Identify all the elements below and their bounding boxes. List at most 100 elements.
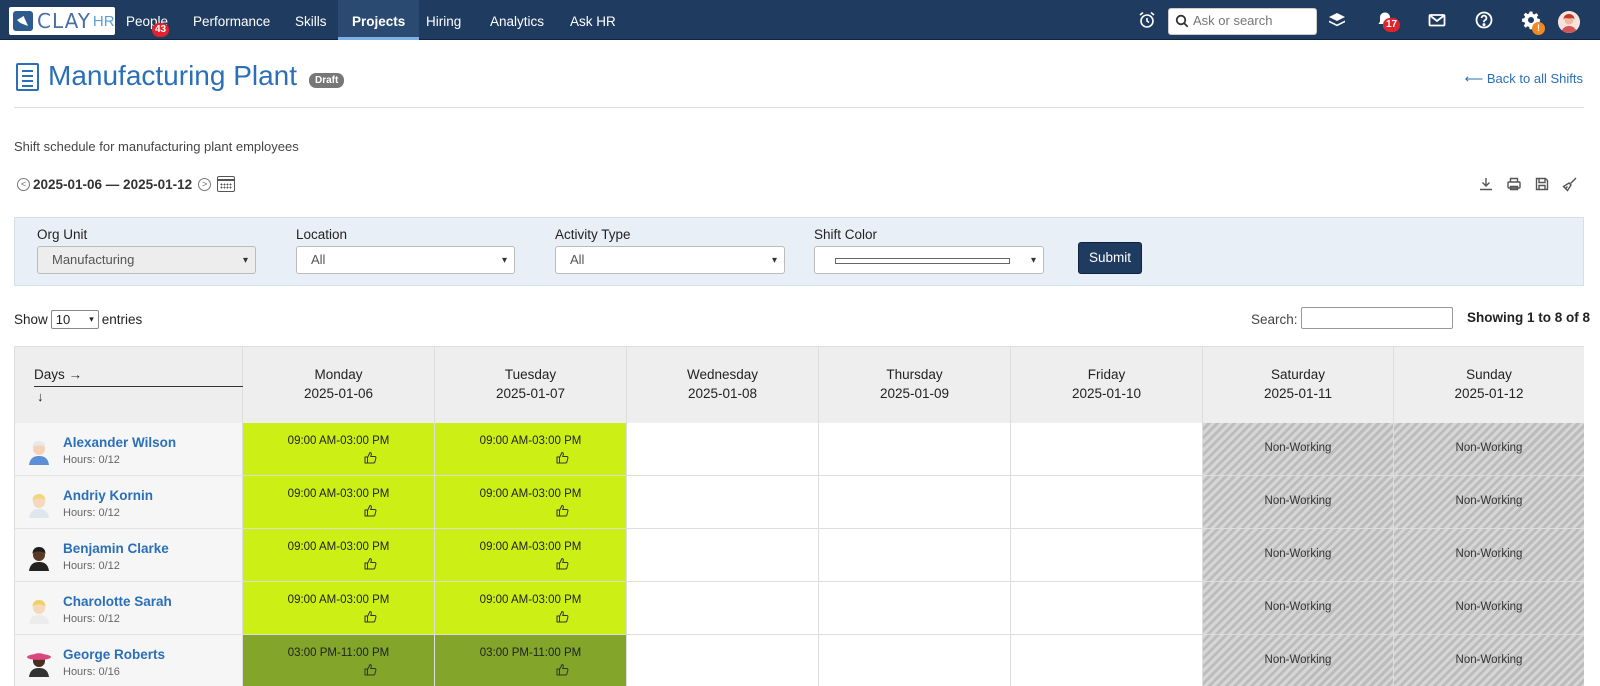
thumbs-up-icon[interactable] bbox=[364, 663, 377, 676]
empty-shift-cell[interactable] bbox=[1011, 582, 1203, 635]
entries-per-page-value: 10 bbox=[55, 312, 71, 327]
nav-item-analytics[interactable]: Analytics bbox=[490, 0, 544, 40]
logo-mark-icon bbox=[13, 11, 33, 31]
layers-icon[interactable] bbox=[1327, 10, 1347, 30]
empty-shift-cell[interactable] bbox=[1011, 476, 1203, 529]
table-search-input[interactable] bbox=[1301, 307, 1453, 329]
next-week-icon[interactable]: > bbox=[198, 177, 212, 191]
thumbs-up-icon[interactable] bbox=[556, 663, 569, 676]
global-search[interactable] bbox=[1168, 8, 1317, 35]
shift-cell[interactable]: 09:00 AM-03:00 PM bbox=[435, 529, 627, 582]
empty-shift-cell[interactable] bbox=[1011, 423, 1203, 476]
empty-shift-cell[interactable] bbox=[1011, 635, 1203, 686]
shift-time: 09:00 AM-03:00 PM bbox=[479, 435, 582, 447]
empty-shift-cell[interactable] bbox=[819, 529, 1011, 582]
alarm-clock-icon[interactable] bbox=[1137, 10, 1157, 30]
nav-item-people[interactable]: People 43 bbox=[126, 0, 170, 40]
empty-shift-cell[interactable] bbox=[627, 582, 819, 635]
days-header-label: Days → bbox=[34, 367, 83, 382]
nav-item-projects[interactable]: Projects bbox=[338, 0, 420, 40]
thumbs-up-icon[interactable] bbox=[556, 557, 569, 570]
mail-icon[interactable] bbox=[1427, 10, 1447, 30]
shift-cell[interactable]: 09:00 AM-03:00 PM bbox=[435, 582, 627, 635]
org-unit-label: Org Unit bbox=[37, 227, 88, 242]
calendar-icon[interactable] bbox=[217, 176, 236, 192]
shift-cell[interactable]: 09:00 AM-03:00 PM bbox=[435, 423, 627, 476]
people-badge: 43 bbox=[152, 23, 170, 37]
non-working-cell: Non-Working bbox=[1394, 423, 1584, 476]
shift-time: 09:00 AM-03:00 PM bbox=[479, 594, 582, 606]
employee-name-link[interactable]: Charolotte Sarah bbox=[63, 594, 172, 609]
shift-cell[interactable]: 09:00 AM-03:00 PM bbox=[243, 476, 435, 529]
day-header-wednesday: Wednesday 2025-01-08 bbox=[627, 346, 819, 423]
thumbs-up-icon[interactable] bbox=[364, 557, 377, 570]
day-name: Sunday bbox=[1466, 367, 1512, 382]
shift-cell[interactable]: 03:00 PM-11:00 PM bbox=[243, 635, 435, 686]
back-link-label: Back to all Shifts bbox=[1486, 71, 1583, 86]
employee-name-link[interactable]: Alexander Wilson bbox=[63, 435, 176, 450]
employee-name-link[interactable]: Benjamin Clarke bbox=[63, 541, 169, 556]
shift-cell[interactable]: 09:00 AM-03:00 PM bbox=[435, 476, 627, 529]
day-name: Saturday bbox=[1270, 367, 1326, 382]
search-input[interactable] bbox=[1193, 13, 1313, 28]
nav-item-performance[interactable]: Performance bbox=[193, 0, 270, 40]
non-working-label: Non-Working bbox=[1455, 601, 1523, 613]
activity-type-value: All bbox=[570, 252, 585, 267]
save-icon[interactable] bbox=[1534, 176, 1550, 192]
user-avatar[interactable] bbox=[1558, 11, 1580, 33]
status-badge: Draft bbox=[309, 73, 345, 88]
employee-name-link[interactable]: George Roberts bbox=[63, 647, 165, 662]
thumbs-up-icon[interactable] bbox=[556, 451, 569, 464]
empty-shift-cell[interactable] bbox=[627, 635, 819, 686]
bell-icon[interactable]: 17 bbox=[1375, 10, 1401, 32]
employee-avatar bbox=[26, 649, 52, 677]
location-label: Location bbox=[296, 227, 348, 242]
download-icon[interactable] bbox=[1478, 176, 1494, 192]
back-to-shifts-link[interactable]: ⟵ Back to all Shifts bbox=[1465, 71, 1583, 87]
employee-cell: Alexander Wilson Hours: 0/12 bbox=[15, 423, 243, 476]
thumbs-up-icon[interactable] bbox=[556, 610, 569, 623]
help-icon[interactable] bbox=[1474, 10, 1494, 30]
location-select[interactable]: All ▾ bbox=[296, 246, 515, 274]
nav-item-hiring[interactable]: Hiring bbox=[426, 0, 461, 40]
logo[interactable]: CLAY HR bbox=[9, 7, 115, 35]
thumbs-up-icon[interactable] bbox=[364, 610, 377, 623]
thumbs-up-icon[interactable] bbox=[364, 504, 377, 517]
toolbar bbox=[1478, 176, 1578, 192]
empty-shift-cell[interactable] bbox=[627, 529, 819, 582]
employee-hours: Hours: 0/12 bbox=[63, 454, 120, 466]
activity-type-select[interactable]: All ▾ bbox=[555, 246, 785, 274]
org-unit-select[interactable]: Manufacturing ▾ bbox=[37, 246, 256, 274]
empty-shift-cell[interactable] bbox=[627, 423, 819, 476]
empty-shift-cell[interactable] bbox=[1011, 529, 1203, 582]
empty-shift-cell[interactable] bbox=[819, 582, 1011, 635]
shift-cell[interactable]: 03:00 PM-11:00 PM bbox=[435, 635, 627, 686]
thumbs-up-icon[interactable] bbox=[556, 504, 569, 517]
table-row: Andriy Kornin Hours: 0/12 09:00 AM-03:00 P… bbox=[15, 476, 1584, 529]
nav-item-skills[interactable]: Skills bbox=[295, 0, 327, 40]
shift-cell[interactable]: 09:00 AM-03:00 PM bbox=[243, 529, 435, 582]
clear-brush-icon[interactable] bbox=[1562, 176, 1578, 192]
nav-item-ask-hr[interactable]: Ask HR bbox=[570, 0, 616, 40]
day-date: 2025-01-11 bbox=[1263, 386, 1333, 401]
submit-button[interactable]: Submit bbox=[1078, 242, 1142, 274]
day-name: Monday bbox=[314, 367, 363, 382]
gear-icon[interactable]: ! bbox=[1521, 10, 1545, 35]
entries-per-page-select[interactable]: 10 ▾ bbox=[50, 310, 99, 329]
showing-count: Showing 1 to 8 of 8 bbox=[1467, 310, 1591, 325]
thumbs-up-icon[interactable] bbox=[364, 451, 377, 464]
previous-week-icon[interactable]: < bbox=[17, 177, 30, 191]
settings-badge: ! bbox=[1532, 22, 1545, 35]
shift-cell[interactable]: 09:00 AM-03:00 PM bbox=[243, 423, 435, 476]
print-icon[interactable] bbox=[1506, 176, 1522, 192]
non-working-label: Non-Working bbox=[1455, 495, 1523, 507]
empty-shift-cell[interactable] bbox=[819, 476, 1011, 529]
empty-shift-cell[interactable] bbox=[819, 423, 1011, 476]
shift-cell[interactable]: 09:00 AM-03:00 PM bbox=[243, 582, 435, 635]
employee-name-link[interactable]: Andriy Kornin bbox=[63, 488, 153, 503]
shift-color-select[interactable]: ▾ bbox=[814, 246, 1044, 274]
empty-shift-cell[interactable] bbox=[819, 635, 1011, 686]
down-arrow-icon: ↓ bbox=[37, 389, 44, 404]
filter-panel: Org Unit Manufacturing ▾ Location All ▾ … bbox=[14, 217, 1584, 286]
empty-shift-cell[interactable] bbox=[627, 476, 819, 529]
